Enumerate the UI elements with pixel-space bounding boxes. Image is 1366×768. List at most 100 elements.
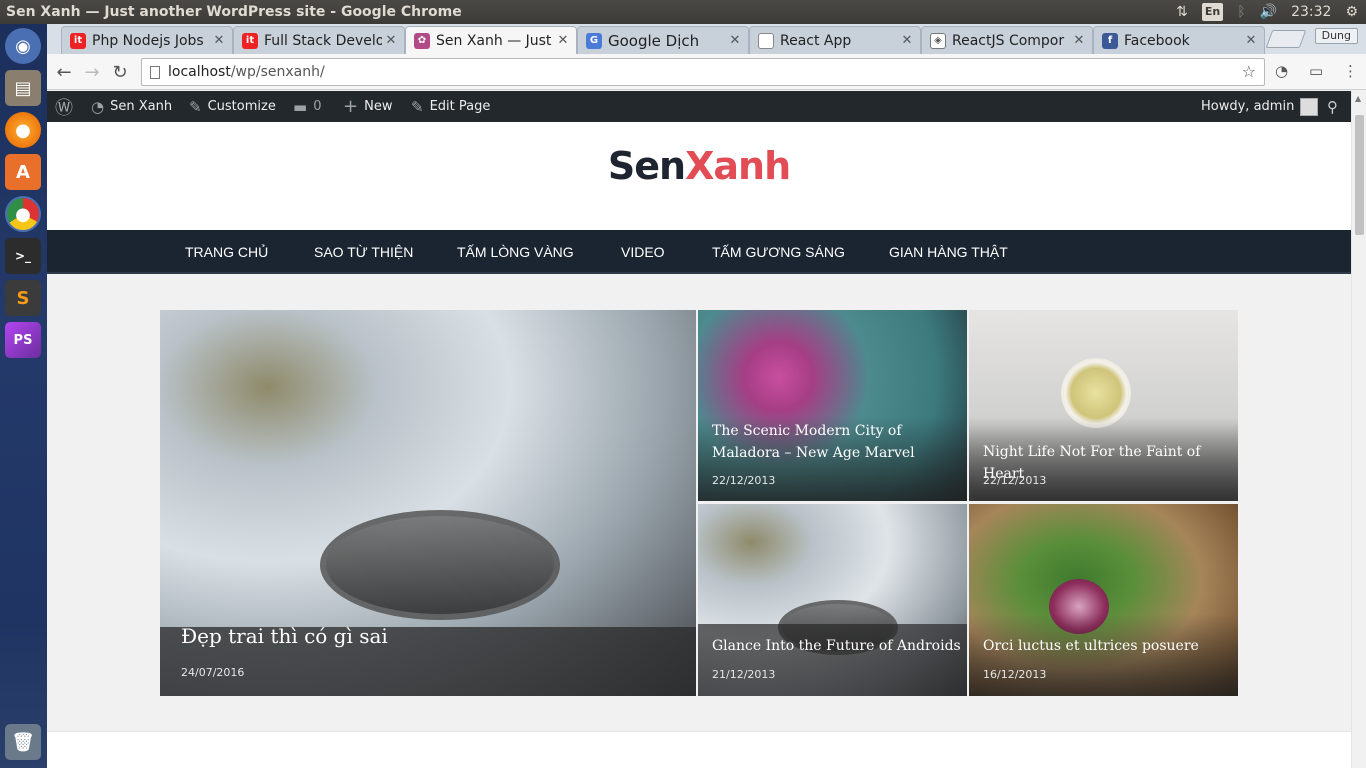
logo-part-sen: Sen — [607, 144, 686, 188]
post-title[interactable]: Đẹp trai thì có gì sai — [181, 623, 661, 649]
close-tab-icon[interactable]: ✕ — [210, 33, 228, 48]
close-tab-icon[interactable]: ✕ — [382, 33, 400, 48]
profile-button[interactable]: Dung — [1314, 28, 1358, 44]
edit-page-label: Edit Page — [429, 99, 491, 114]
browser-toolbar: ← → ↻ localhost/wp/senxanh/ ☆ ◔ ▭ ⋮ — [47, 54, 1366, 90]
admin-bar-site[interactable]: ◔ Sen Xanh — [91, 91, 172, 122]
tab-php-nodejs-jobs[interactable]: it Php Nodejs Jobs ✕ — [61, 26, 233, 54]
site-name: Sen Xanh — [110, 99, 173, 114]
close-tab-icon[interactable]: ✕ — [726, 33, 744, 48]
featured-post-small[interactable]: The Scenic Modern City of Maladora – New… — [698, 310, 967, 501]
admin-bar-comments[interactable]: ▬ 0 — [293, 91, 321, 122]
tab-reactjs-components[interactable]: ◈ ReactJS Compor ✕ — [921, 26, 1093, 54]
bluetooth-icon[interactable]: ᛒ — [1237, 0, 1245, 24]
nav-tam-guong-sang[interactable]: TẤM GƯƠNG SÁNG — [712, 230, 845, 274]
files-icon[interactable]: ▤ — [5, 70, 41, 106]
extension-icon[interactable]: ◔ — [1275, 62, 1288, 80]
address-bar[interactable]: localhost/wp/senxanh/ ☆ — [141, 58, 1265, 86]
admin-bar-edit[interactable]: ✎ Edit Page — [411, 91, 490, 122]
nav-sao-tu-thien[interactable]: SAO TỪ THIỆN — [314, 230, 413, 274]
software-center-icon[interactable]: A — [5, 154, 41, 190]
post-title[interactable]: The Scenic Modern City of Maladora – New… — [712, 420, 962, 464]
window-title: Sen Xanh — Just another WordPress site -… — [6, 4, 462, 20]
page-scrollbar[interactable]: ▲ — [1351, 91, 1366, 768]
featured-post-large[interactable]: Đẹp trai thì có gì sai 24/07/2016 — [160, 310, 696, 696]
cast-icon[interactable]: ▭ — [1309, 62, 1323, 80]
admin-search-icon[interactable]: ⚲ — [1327, 91, 1338, 122]
trash-icon[interactable]: 🗑 — [5, 724, 41, 760]
admin-bar-customize[interactable]: ✎ Customize — [189, 91, 276, 122]
page-info-icon[interactable] — [150, 66, 160, 79]
pencil-icon: ✎ — [411, 97, 424, 116]
terminal-icon[interactable]: >_ — [5, 238, 41, 274]
close-tab-icon[interactable]: ✕ — [1242, 33, 1260, 48]
post-date: 21/12/2013 — [712, 668, 776, 681]
post-date: 22/12/2013 — [983, 474, 1047, 487]
admin-bar-new[interactable]: + New — [343, 91, 392, 122]
dashboard-icon: ◔ — [91, 97, 105, 116]
network-icon[interactable]: ⇅ — [1176, 0, 1188, 24]
post-date: 22/12/2013 — [712, 474, 776, 487]
url-path: /wp/senxanh/ — [230, 64, 325, 80]
nav-video[interactable]: VIDEO — [621, 230, 665, 274]
tab-react-app[interactable]: React App ✕ — [749, 26, 921, 54]
scrollbar-thumb[interactable] — [1355, 115, 1364, 235]
launcher: ◉ ▤ ● A ● >_ S PS 🗑 — [0, 24, 47, 768]
new-label: New — [364, 99, 393, 114]
new-tab-button[interactable] — [1265, 30, 1307, 48]
main-navigation: TRANG CHỦ SAO TỪ THIỆN TẤM LÒNG VÀNG VID… — [47, 230, 1351, 274]
url-host: localhost — [168, 64, 231, 80]
sublime-icon[interactable]: S — [5, 280, 41, 316]
comment-icon: ▬ — [293, 97, 308, 116]
content-area — [47, 731, 1351, 768]
avatar — [1300, 97, 1319, 116]
post-date: 16/12/2013 — [983, 668, 1047, 681]
logo-part-xanh: Xanh — [685, 144, 791, 188]
google-translate-favicon-icon: G — [586, 32, 602, 49]
scroll-up-icon[interactable]: ▲ — [1355, 94, 1361, 103]
featured-post-small[interactable]: Orci luctus et ultrices posuere 16/12/20… — [969, 504, 1238, 696]
clock[interactable]: 23:32 — [1291, 0, 1331, 24]
nav-trang-chu[interactable]: TRANG CHỦ — [185, 230, 268, 274]
comment-count: 0 — [313, 99, 322, 114]
bookmark-star-icon[interactable]: ☆ — [1242, 59, 1256, 85]
tab-google-dich[interactable]: G Google Dịch ✕ — [577, 26, 749, 54]
wordpress-logo-icon[interactable]: Ⓦ — [55, 91, 73, 122]
close-tab-icon[interactable]: ✕ — [898, 33, 916, 48]
customize-label: Customize — [207, 99, 276, 114]
wp-admin-bar: Ⓦ ◔ Sen Xanh ✎ Customize ▬ 0 + New ✎ Edit Pag… — [47, 91, 1351, 122]
gear-icon[interactable]: ⚙ — [1345, 0, 1358, 24]
close-tab-icon[interactable]: ✕ — [554, 33, 572, 48]
phpstorm-icon[interactable]: PS — [5, 322, 41, 358]
system-tray: ⇅ En ᛒ 🔊 23:32 ⚙ — [1176, 0, 1358, 24]
tab-label: Google Dịch — [608, 31, 700, 50]
ubuntu-dash-icon[interactable]: ◉ — [5, 28, 41, 64]
tab-facebook[interactable]: f Facebook ✕ — [1093, 26, 1265, 54]
nav-tam-long-vang[interactable]: TẤM LÒNG VÀNG — [457, 230, 574, 274]
site-header: SenXanh — [47, 122, 1351, 230]
page-viewport: Ⓦ ◔ Sen Xanh ✎ Customize ▬ 0 + New ✎ Edit Pag… — [47, 91, 1351, 768]
featured-post-small[interactable]: Night Life Not For the Faint of Heart 22… — [969, 310, 1238, 501]
back-button[interactable]: ← — [53, 61, 75, 83]
close-tab-icon[interactable]: ✕ — [1070, 33, 1088, 48]
admin-bar-account[interactable]: Howdy, admin — [1201, 91, 1319, 122]
tab-label: Php Nodejs Jobs — [92, 32, 204, 49]
keyboard-language[interactable]: En — [1201, 3, 1224, 21]
chrome-icon[interactable]: ● — [5, 196, 41, 232]
firefox-icon[interactable]: ● — [5, 112, 41, 148]
tab-sen-xanh[interactable]: ✿ Sen Xanh — Just ✕ — [405, 26, 577, 54]
post-title[interactable]: Glance Into the Future of Androids — [712, 635, 962, 657]
plus-icon: + — [343, 96, 359, 117]
forward-button[interactable]: → — [81, 61, 103, 83]
nav-gian-hang-that[interactable]: GIAN HÀNG THẬT — [889, 230, 1008, 274]
featured-post-small[interactable]: Glance Into the Future of Androids 21/12… — [698, 504, 967, 696]
site-logo[interactable]: SenXanh — [47, 144, 1351, 188]
tab-label: Facebook — [1124, 32, 1190, 49]
post-title[interactable]: Orci luctus et ultrices posuere — [983, 635, 1233, 657]
tab-full-stack-developer[interactable]: it Full Stack Develo ✕ — [233, 26, 405, 54]
menu-icon[interactable]: ⋮ — [1343, 62, 1358, 80]
volume-icon[interactable]: 🔊 — [1260, 0, 1277, 24]
brush-icon: ✎ — [189, 97, 202, 116]
itviec-favicon-icon: it — [242, 32, 258, 49]
reload-button[interactable]: ↻ — [109, 61, 131, 83]
